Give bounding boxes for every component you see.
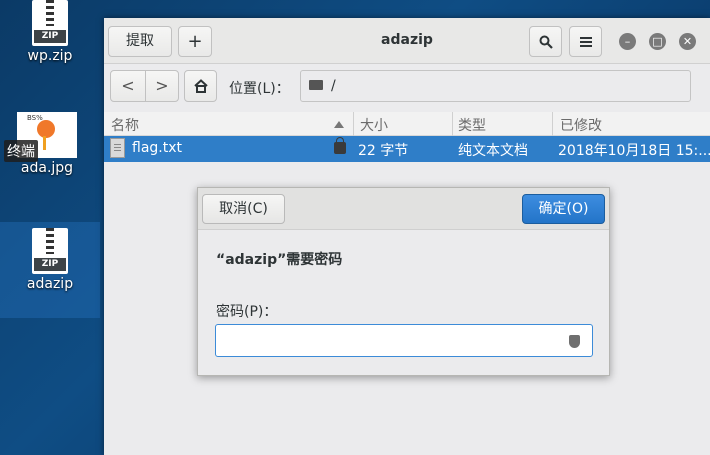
home-icon (193, 79, 208, 93)
header-bar: 提取 + adazip – □ ✕ (104, 18, 710, 64)
desktop-icon-label: wp.zip (27, 48, 73, 64)
sort-ascending-icon (334, 121, 344, 128)
password-label: 密码(P)： (216, 304, 278, 320)
zip-file-icon: ZIP (32, 228, 68, 274)
column-size[interactable]: 大小 (360, 115, 388, 135)
location-entry[interactable]: / (300, 70, 691, 102)
dialog-title: “adazip”需要密码 (216, 252, 343, 268)
menu-button[interactable] (569, 26, 602, 57)
column-header: 名称 大小 类型 已修改 (104, 112, 710, 136)
add-button[interactable]: + (178, 26, 212, 57)
file-size: 22 字节 (358, 143, 409, 159)
text-file-icon (110, 138, 125, 158)
desktop-icon-label: adazip (26, 276, 74, 292)
shield-icon (569, 335, 580, 348)
dialog-header: 取消(C) 确定(O) (198, 188, 609, 230)
column-name[interactable]: 名称 (111, 115, 139, 135)
search-button[interactable] (529, 26, 562, 57)
home-button[interactable] (184, 70, 217, 102)
column-modified[interactable]: 已修改 (560, 115, 602, 135)
desktop-icon-label: ada.jpg (20, 160, 74, 176)
maximize-button[interactable]: □ (649, 33, 666, 50)
extract-button[interactable]: 提取 (108, 26, 172, 57)
back-button[interactable]: < (110, 70, 146, 102)
password-dialog: 取消(C) 确定(O) “adazip”需要密码 密码(P)： (197, 187, 610, 376)
column-type[interactable]: 类型 (458, 115, 486, 135)
location-label: 位置(L)： (229, 81, 290, 97)
forward-button[interactable]: > (145, 70, 179, 102)
location-bar: < > 位置(L)： / (104, 70, 710, 104)
zip-file-icon: ZIP (32, 0, 68, 46)
desktop-icon-wp-zip[interactable]: ZIP wp.zip (0, 0, 100, 64)
close-button[interactable]: ✕ (679, 33, 696, 50)
table-row[interactable]: flag.txt 22 字节 纯文本文档 2018年10月18日 15:... (104, 136, 710, 162)
tooltip-terminal: 终端 (4, 140, 38, 162)
cancel-button[interactable]: 取消(C) (202, 194, 285, 224)
file-name: flag.txt (132, 140, 182, 156)
search-icon (539, 35, 553, 49)
file-modified: 2018年10月18日 15:... (558, 143, 710, 159)
password-input[interactable] (215, 324, 593, 357)
lock-icon (334, 137, 346, 154)
hamburger-menu-icon (579, 37, 592, 47)
location-path: / (331, 78, 336, 94)
ok-button[interactable]: 确定(O) (522, 194, 605, 224)
desktop-icon-adazip[interactable]: ZIP adazip (0, 222, 100, 318)
folder-icon (309, 80, 323, 90)
minimize-button[interactable]: – (619, 33, 636, 50)
file-type: 纯文本文档 (458, 143, 528, 159)
